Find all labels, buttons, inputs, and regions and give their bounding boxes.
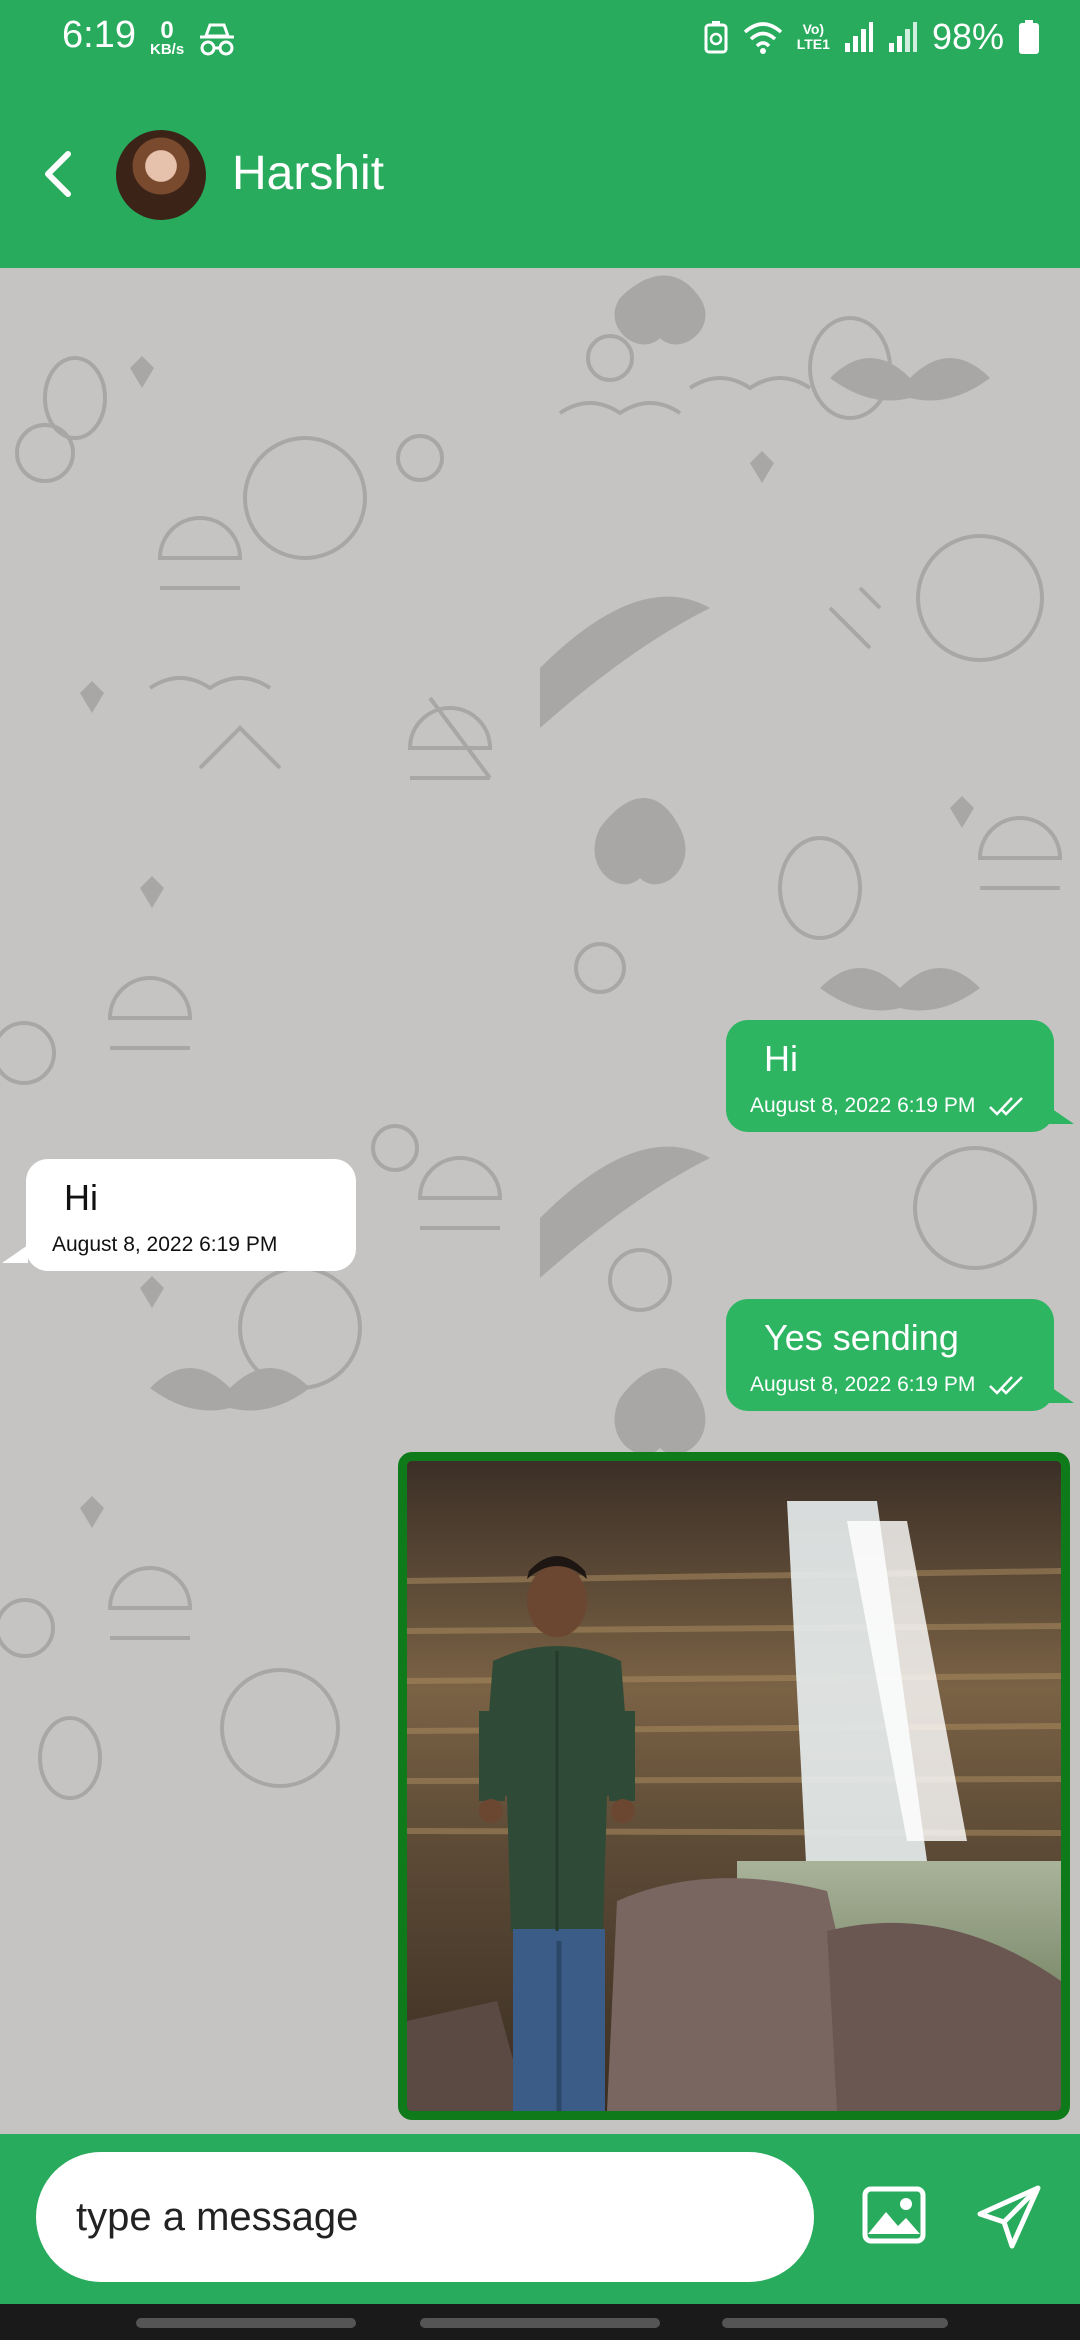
message-timestamp: August 8, 2022 6:19 PM: [750, 1373, 976, 1396]
bubble-tail: [1048, 1385, 1074, 1403]
nav-recents-handle[interactable]: [136, 2318, 356, 2328]
message-text: Yes sending: [764, 1317, 959, 1358]
signal-sim2-icon: [888, 22, 917, 52]
message-text: Hi: [764, 1038, 798, 1079]
double-check-icon: [989, 1376, 1023, 1395]
nav-back-handle[interactable]: [722, 2318, 948, 2328]
double-check-icon: [989, 1097, 1023, 1116]
message-text: Hi: [64, 1177, 98, 1218]
message-timestamp: August 8, 2022 6:19 PM: [52, 1233, 278, 1256]
status-bar: 6:19 0 KB/s Vo) LTE1 98%: [0, 0, 1080, 80]
image-message[interactable]: [398, 1452, 1070, 2120]
message-input[interactable]: [36, 2152, 814, 2282]
lte-label: LTE1: [796, 36, 830, 52]
status-time: 6:19: [62, 14, 136, 56]
message-bubble-outgoing[interactable]: Yes sending August 8, 2022 6:19 PM: [726, 1299, 1074, 1411]
photo-waterfall-person: [407, 1461, 1061, 2111]
avatar[interactable]: [116, 130, 206, 220]
message-bubble-outgoing[interactable]: Hi August 8, 2022 6:19 PM: [726, 1020, 1074, 1132]
nav-home-handle[interactable]: [420, 2318, 660, 2328]
signal-sim1-icon: [844, 22, 873, 52]
volte-indicator: Vo) LTE1: [797, 22, 830, 52]
send-icon[interactable]: [976, 2184, 1042, 2250]
bubble-tail: [2, 1245, 28, 1263]
network-speed-value: 0: [160, 17, 174, 44]
network-speed-unit: KB/s: [150, 41, 185, 58]
battery-level: 98%: [931, 16, 1004, 57]
network-speed: 0 KB/s: [150, 17, 185, 58]
composer-bar: [0, 2134, 1080, 2304]
volte-label: Vo): [802, 21, 825, 37]
chat-header: Harshit: [0, 80, 1080, 268]
message-timestamp: August 8, 2022 6:19 PM: [750, 1094, 976, 1117]
system-nav-bar: [0, 2304, 1080, 2340]
contact-name[interactable]: Harshit: [232, 146, 384, 201]
wifi-icon: [743, 22, 782, 54]
gallery-icon[interactable]: [862, 2186, 926, 2244]
bubble-tail: [1048, 1106, 1074, 1124]
message-bubble-incoming[interactable]: Hi August 8, 2022 6:19 PM: [2, 1159, 356, 1271]
back-arrow-icon[interactable]: [36, 144, 80, 204]
battery-saver-icon: [704, 21, 728, 54]
incognito-icon: [200, 23, 234, 56]
battery-icon: [1019, 20, 1039, 54]
